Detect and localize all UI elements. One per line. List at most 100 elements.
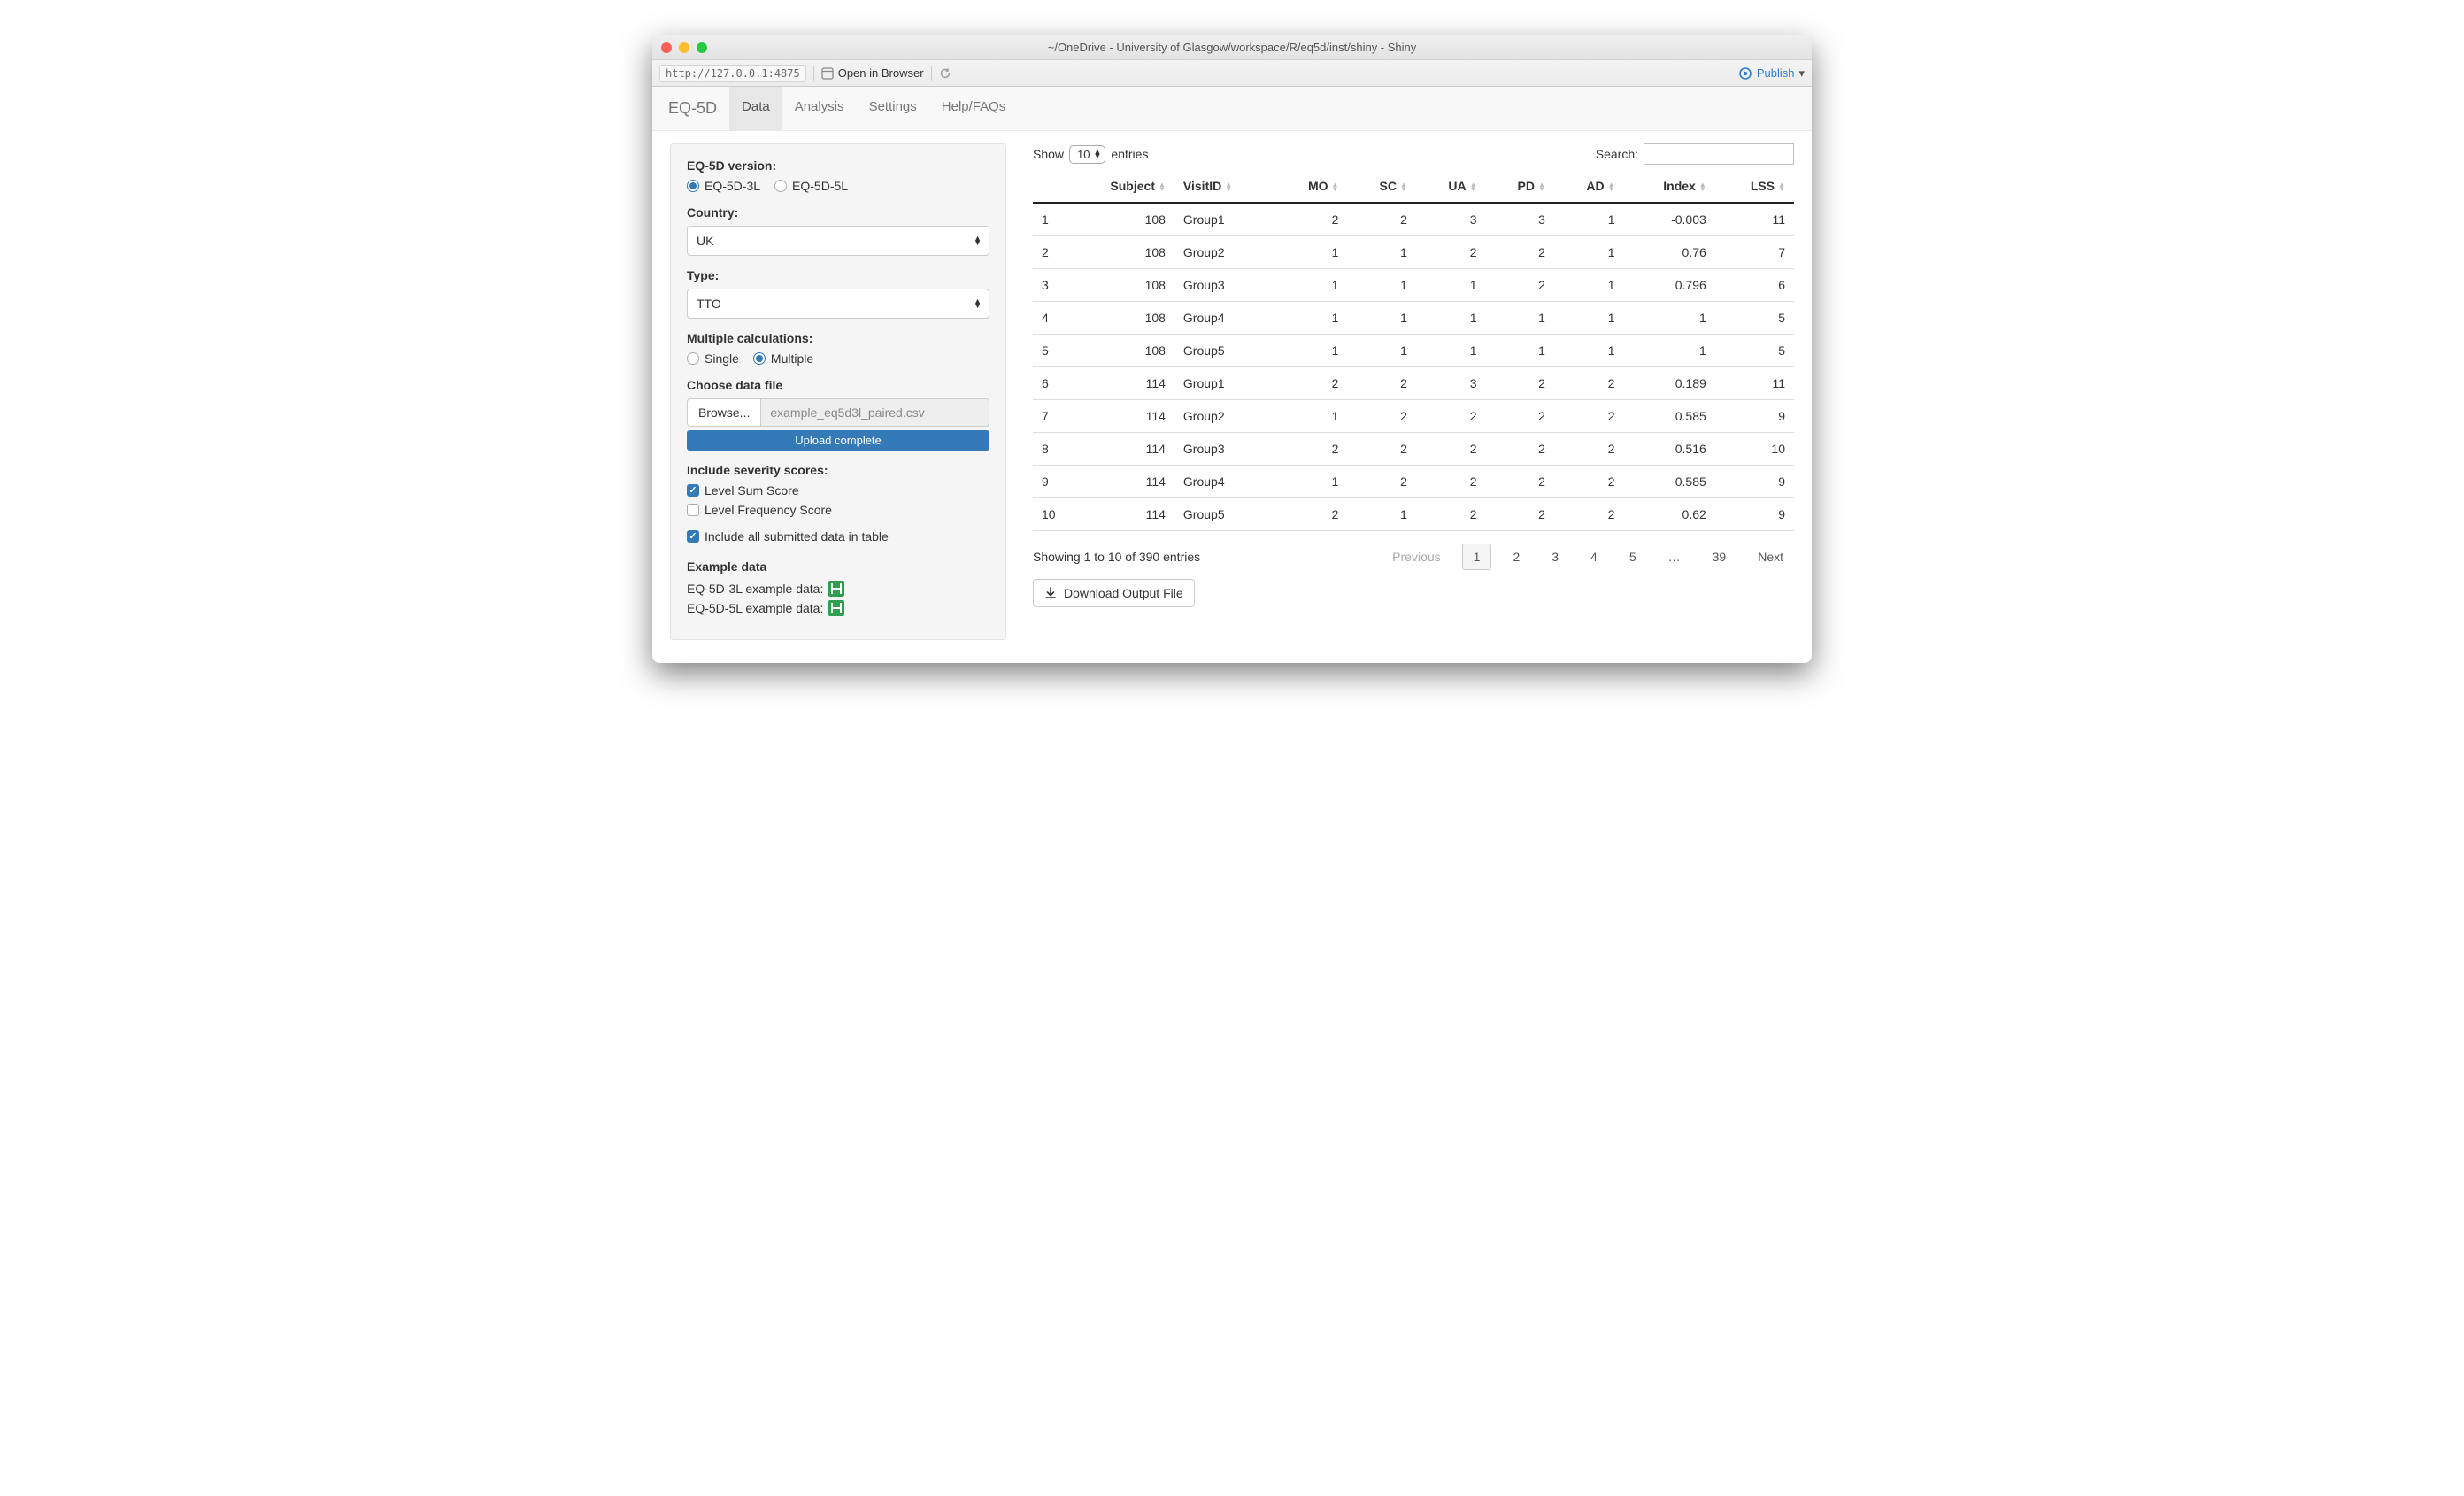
table-cell: 3 [1033,269,1065,302]
country-value: UK [697,234,713,248]
browse-button[interactable]: Browse... [687,398,760,427]
table-cell: 9 [1033,466,1065,498]
version-radio-eq-5d-3l[interactable]: EQ-5D-3L [687,179,760,193]
open-in-browser-button[interactable]: Open in Browser [821,66,924,80]
table-cell: 3 [1416,203,1486,236]
separator [813,66,814,81]
show-entries-select[interactable]: 10 ▲▼ [1069,145,1105,164]
separator [931,66,932,81]
table-cell: 5 [1033,335,1065,367]
severity-label: Include severity scores: [687,463,989,477]
table-cell: 1 [1274,269,1347,302]
tab-settings[interactable]: Settings [857,87,929,130]
navbar: EQ-5D DataAnalysisSettingsHelp/FAQs [652,87,1812,131]
column-header[interactable]: LSS▲▼ [1715,170,1794,203]
table-cell: 4 [1033,302,1065,335]
table-cell: 10 [1033,498,1065,531]
table-cell: 11 [1715,367,1794,400]
tab-analysis[interactable]: Analysis [782,87,857,130]
table-cell: 108 [1065,269,1174,302]
download-button[interactable]: Download Output File [1033,579,1195,607]
column-header[interactable] [1033,170,1065,203]
titlebar: ~/OneDrive - University of Glasgow/works… [652,35,1812,60]
severity-checkbox-level-frequency-score[interactable]: Level Frequency Score [687,503,989,517]
column-header[interactable]: VisitID▲▼ [1174,170,1274,203]
pager-page[interactable]: … [1658,544,1691,569]
multiple-radio-multiple[interactable]: Multiple [753,351,813,366]
radio-icon [687,180,699,192]
table-cell: Group3 [1174,433,1274,466]
table-cell: 2 [1416,400,1486,433]
table-row: 6114Group1223220.18911 [1033,367,1794,400]
pager-page[interactable]: 1 [1462,544,1492,570]
table-cell: 1 [1416,335,1486,367]
table-cell: 2 [1416,433,1486,466]
url-field[interactable]: http://127.0.0.1:4875 [659,65,806,82]
table-cell: Group1 [1174,367,1274,400]
type-label: Type: [687,268,989,282]
pager-next[interactable]: Next [1747,544,1794,569]
chevron-down-icon: ▾ [1798,66,1805,81]
pager-previous: Previous [1382,544,1451,569]
table-cell: 1 [1416,302,1486,335]
column-header[interactable]: AD▲▼ [1554,170,1624,203]
maximize-icon[interactable] [697,42,707,53]
country-select[interactable]: UK ▲▼ [687,226,989,256]
column-header[interactable]: Subject▲▼ [1065,170,1174,203]
column-header[interactable]: UA▲▼ [1416,170,1486,203]
refresh-button[interactable] [939,67,951,80]
traffic-lights [661,42,707,53]
column-header[interactable]: Index▲▼ [1624,170,1715,203]
pagination: Previous 12345 … 39 Next [1382,544,1794,570]
multiple-radios: Single Multiple [687,351,989,366]
table-cell: 2 [1554,498,1624,531]
pager-page[interactable]: 3 [1541,544,1569,569]
search-input[interactable] [1644,143,1794,165]
tab-help-faqs[interactable]: Help/FAQs [929,87,1019,130]
table-info: Showing 1 to 10 of 390 entries [1033,550,1200,564]
pager-page[interactable]: 2 [1502,544,1530,569]
type-select[interactable]: TTO ▲▼ [687,289,989,319]
table-cell: Group5 [1174,335,1274,367]
close-icon[interactable] [661,42,672,53]
table-cell: 5 [1715,335,1794,367]
column-header[interactable]: PD▲▼ [1485,170,1553,203]
table-cell: 2 [1274,498,1347,531]
type-value: TTO [697,297,721,311]
table-cell: 2 [1347,367,1415,400]
browser-icon [821,67,834,80]
table-cell: Group4 [1174,466,1274,498]
show-value: 10 [1077,148,1090,161]
table-row: 3108Group3111210.7966 [1033,269,1794,302]
pager-page[interactable]: 4 [1580,544,1608,569]
table-cell: 1 [1274,236,1347,269]
multiple-radio-single[interactable]: Single [687,351,739,366]
include-all-checkbox[interactable]: Include all submitted data in table [687,529,989,544]
column-header[interactable]: SC▲▼ [1347,170,1415,203]
table-cell: 8 [1033,433,1065,466]
table-cell: 2 [1485,400,1553,433]
checkbox-label: Level Sum Score [705,483,799,497]
radio-label: EQ-5D-3L [705,179,760,193]
table-cell: 1 [1347,302,1415,335]
publish-button[interactable]: Publish ▾ [1738,66,1805,81]
excel-icon[interactable] [828,581,844,597]
table-cell: 114 [1065,466,1174,498]
excel-icon[interactable] [828,600,844,616]
severity-checkbox-level-sum-score[interactable]: Level Sum Score [687,483,989,497]
version-radio-eq-5d-5l[interactable]: EQ-5D-5L [774,179,848,193]
pager-page[interactable]: 5 [1619,544,1647,569]
table-cell: Group3 [1174,269,1274,302]
pager-page[interactable]: 39 [1702,544,1737,569]
sidebar-panel: EQ-5D version: EQ-5D-3LEQ-5D-5L Country:… [670,143,1006,640]
table-cell: 1 [1274,466,1347,498]
version-label: EQ-5D version: [687,158,989,173]
tab-data[interactable]: Data [729,87,782,130]
table-cell: 1 [1347,498,1415,531]
table-cell: 2 [1347,433,1415,466]
minimize-icon[interactable] [679,42,689,53]
radio-icon [753,352,766,365]
table-row: 10114Group5212220.629 [1033,498,1794,531]
column-header[interactable]: MO▲▼ [1274,170,1347,203]
checkbox-icon [687,504,699,516]
